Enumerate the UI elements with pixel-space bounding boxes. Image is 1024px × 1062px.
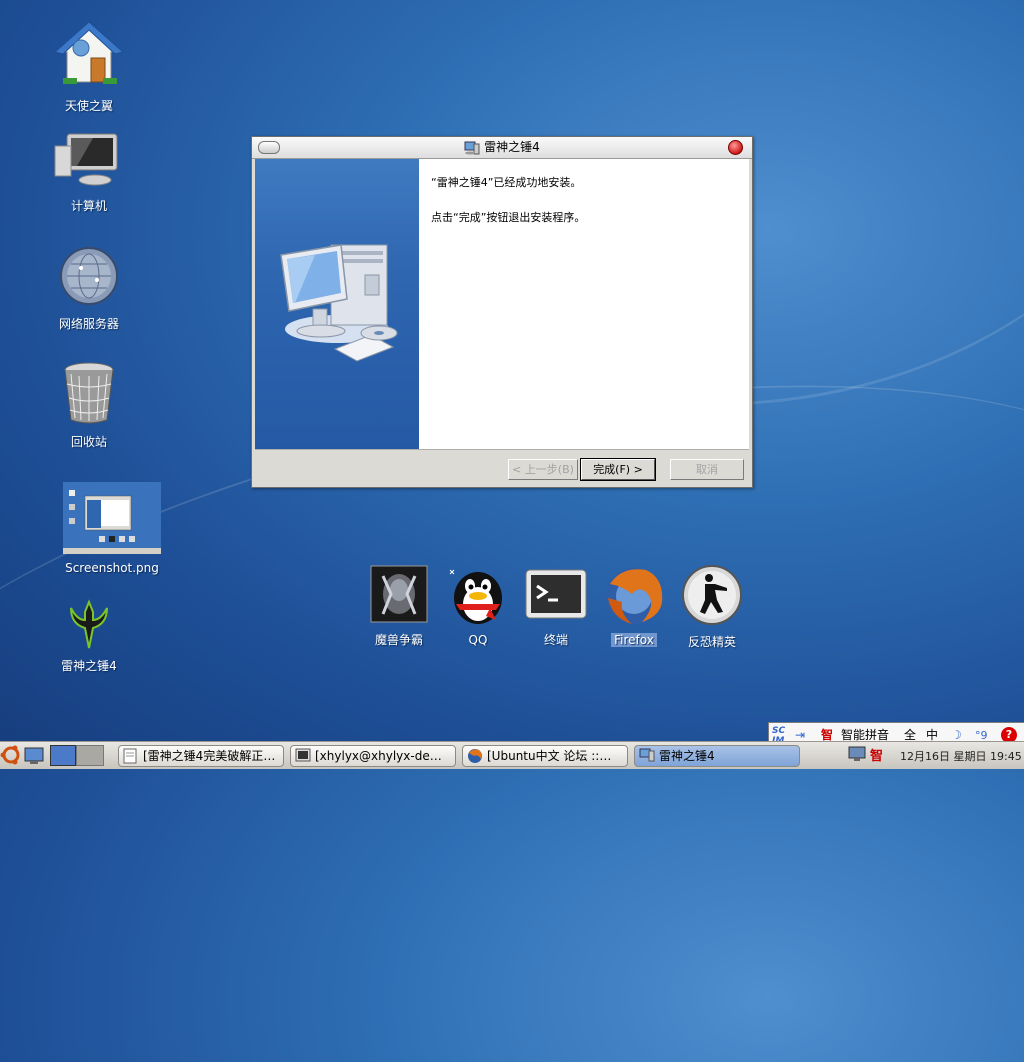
- taskbar-item-active[interactable]: 雷神之锤4: [634, 745, 800, 767]
- dock-item-qq[interactable]: QQ: [446, 564, 510, 647]
- computer-illustration-icon: [280, 244, 398, 362]
- workspace-2[interactable]: [76, 745, 104, 766]
- desktop-icon-quake4[interactable]: 雷神之锤4: [48, 598, 130, 674]
- installer-content: “雷神之锤4”已经成功地安装。 点击“完成”按钮退出安装程序。: [419, 159, 749, 449]
- window-menu-icon[interactable]: [258, 141, 280, 154]
- counter-strike-icon: [682, 565, 742, 625]
- desktop-icon-label: 天使之翼: [64, 99, 113, 113]
- dock-item-warcraft[interactable]: 魔兽争霸: [367, 564, 431, 648]
- workspace-1[interactable]: [50, 745, 76, 766]
- dialog-titlebar[interactable]: 雷神之锤4: [252, 137, 752, 159]
- trash-icon: [64, 362, 114, 424]
- taskbar-item-label: [xhylyx@xhylyx-de…: [315, 749, 442, 763]
- taskbar-item[interactable]: [xhylyx@xhylyx-de…: [290, 745, 456, 767]
- finish-button[interactable]: 完成(F) >: [580, 458, 656, 481]
- show-desktop-icon[interactable]: [24, 745, 44, 765]
- desktop-icon-home[interactable]: 天使之翼: [48, 18, 130, 114]
- installer-app-icon: [639, 748, 655, 766]
- cancel-button[interactable]: 取消: [670, 459, 744, 480]
- back-button[interactable]: < 上一步(B): [508, 459, 578, 480]
- quake-logo-icon: [70, 599, 108, 649]
- home-icon: [53, 21, 125, 84]
- desktop-icon-screenshot[interactable]: Screenshot.png: [62, 482, 162, 575]
- installer-sidebar: [255, 159, 419, 449]
- desktop-icon-label: 雷神之锤4: [61, 659, 117, 673]
- terminal-icon: [525, 569, 587, 619]
- exit-hint-message: 点击“完成”按钮退出安装程序。: [431, 211, 586, 224]
- network-tray-icon[interactable]: [848, 745, 866, 763]
- network-globe-icon: [60, 247, 118, 305]
- desktop-icon-network[interactable]: 网络服务器: [48, 244, 130, 332]
- image-thumbnail-icon: [63, 482, 161, 554]
- dialog-button-bar: < 上一步(B) 完成(F) > 取消: [255, 449, 749, 486]
- taskbar-item[interactable]: [Ubuntu中文 论坛 ::…: [462, 745, 628, 767]
- dock-item-label: 反恐精英: [687, 635, 736, 649]
- qq-penguin-icon: [449, 569, 502, 624]
- desktop-icon-label: Screenshot.png: [65, 561, 159, 575]
- ime-tray-icon[interactable]: 智: [870, 745, 883, 764]
- desktop-icon-label: 网络服务器: [58, 317, 119, 331]
- taskbar-item-label: [雷神之锤4完美破解正…: [143, 749, 276, 763]
- firefox-icon: [467, 748, 483, 766]
- taskbar-item[interactable]: [雷神之锤4完美破解正…: [118, 745, 284, 767]
- desktop-icon-label: 计算机: [70, 199, 107, 213]
- warcraft-icon: [370, 565, 428, 623]
- taskbar-item-label: 雷神之锤4: [659, 749, 715, 763]
- dialog-title-text: 雷神之锤4: [484, 140, 540, 154]
- dock-item-label: QQ: [468, 633, 488, 647]
- taskbar: [雷神之锤4完美破解正… [xhylyx@xhylyx-de… [Ubuntu中…: [0, 741, 1024, 769]
- dock-item-label: Firefox: [611, 633, 657, 647]
- installer-app-icon: [464, 141, 480, 154]
- desktop-icon-computer[interactable]: 计算机: [48, 126, 130, 214]
- document-icon: [123, 748, 137, 766]
- desktop-icon-trash[interactable]: 回收站: [48, 360, 130, 450]
- terminal-icon: [295, 748, 311, 766]
- dock-item-firefox[interactable]: Firefox: [602, 564, 666, 647]
- dock-item-terminal[interactable]: 终端: [524, 564, 588, 648]
- firefox-icon: [606, 568, 663, 624]
- dock-item-label: 魔兽争霸: [374, 633, 423, 647]
- dialog-title: 雷神之锤4: [464, 137, 540, 158]
- installer-dialog: 雷神之锤4 “雷神之锤4”已经成功地安装。 点击“完成”按钮退出安装程序。 < …: [251, 136, 753, 488]
- desktop-icon-label: 回收站: [70, 435, 107, 449]
- computer-icon: [54, 133, 118, 186]
- ubuntu-menu-icon[interactable]: [0, 745, 22, 765]
- clock[interactable]: 12月16日 星期日 19:45: [900, 748, 1022, 764]
- taskbar-item-label: [Ubuntu中文 论坛 ::…: [487, 749, 612, 763]
- close-icon[interactable]: [728, 140, 743, 155]
- success-message: “雷神之锤4”已经成功地安装。: [431, 176, 582, 189]
- dock-item-counter-strike[interactable]: 反恐精英: [680, 564, 744, 650]
- dock-item-label: 终端: [543, 633, 568, 647]
